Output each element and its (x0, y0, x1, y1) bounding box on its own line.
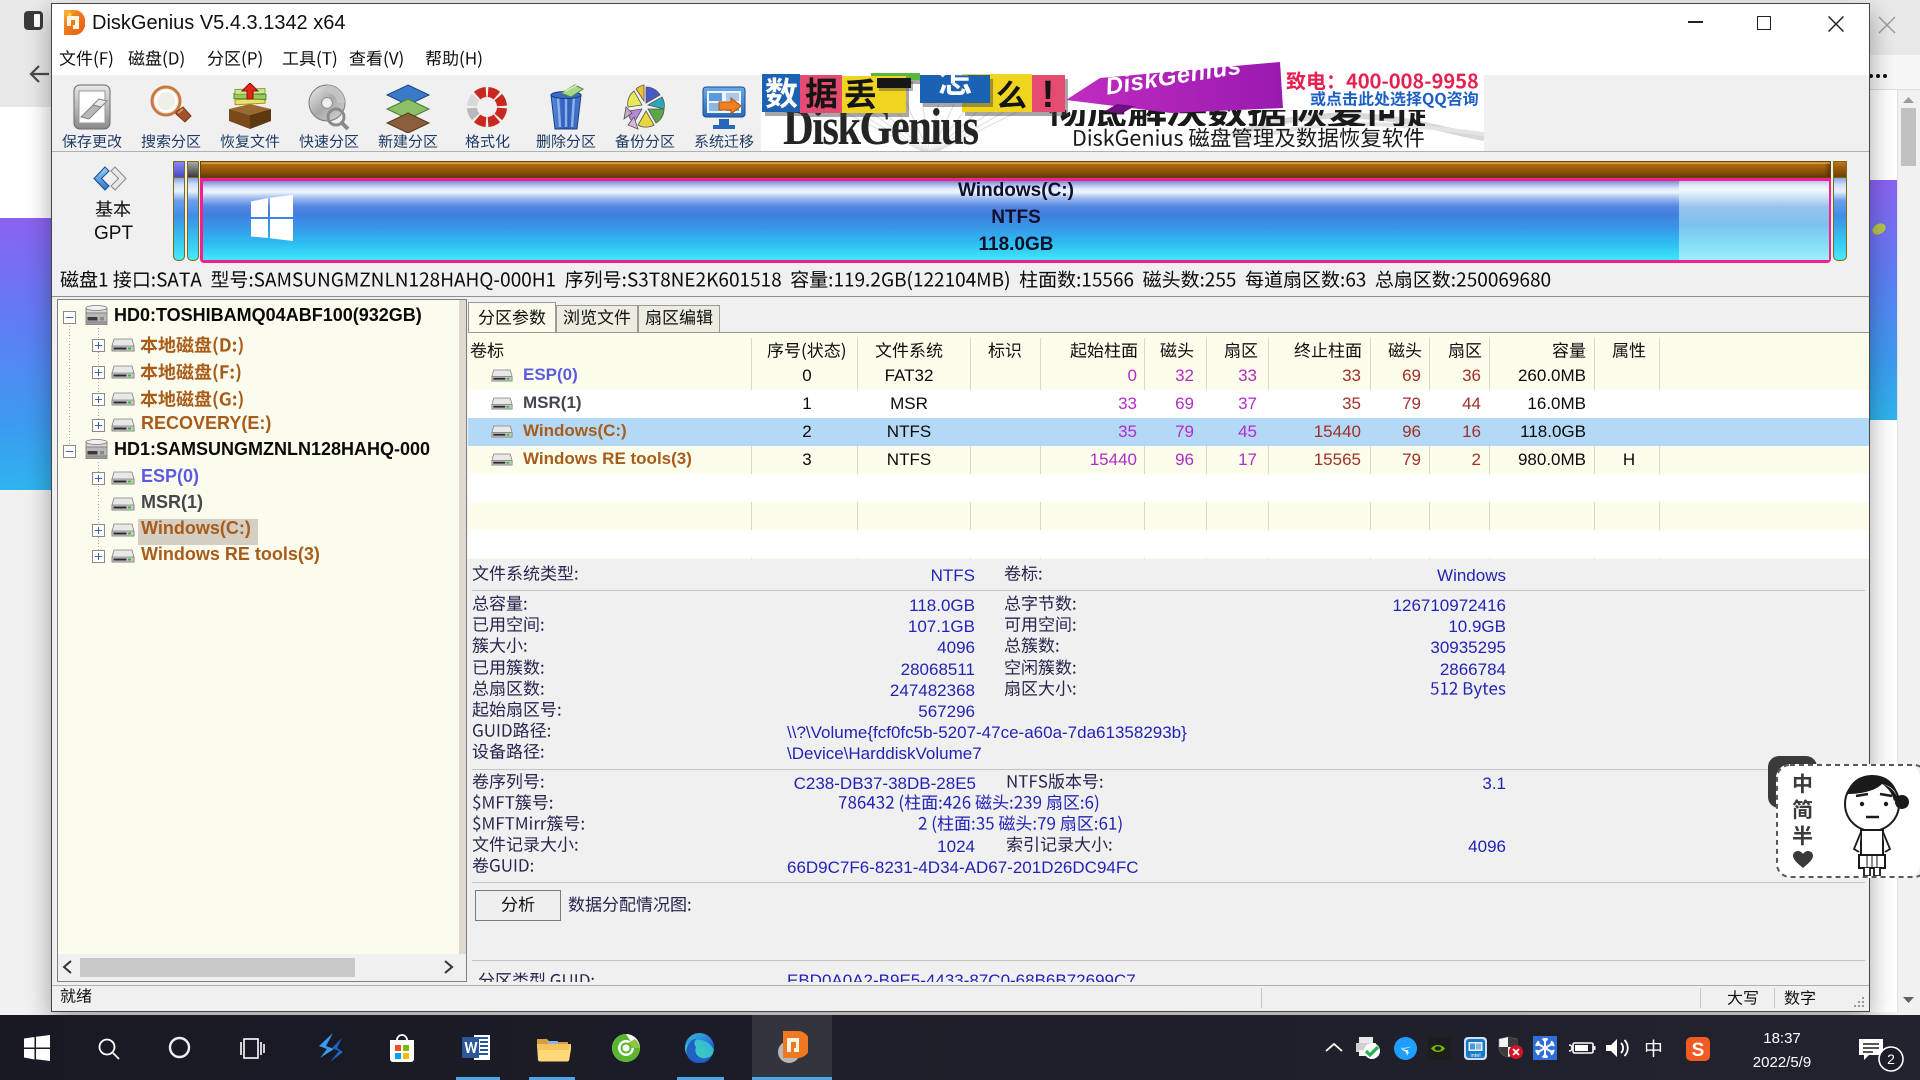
svg-text:2: 2 (1887, 1051, 1895, 1067)
svg-text:intel: intel (1470, 1053, 1480, 1059)
svg-text:S: S (1692, 1040, 1705, 1061)
